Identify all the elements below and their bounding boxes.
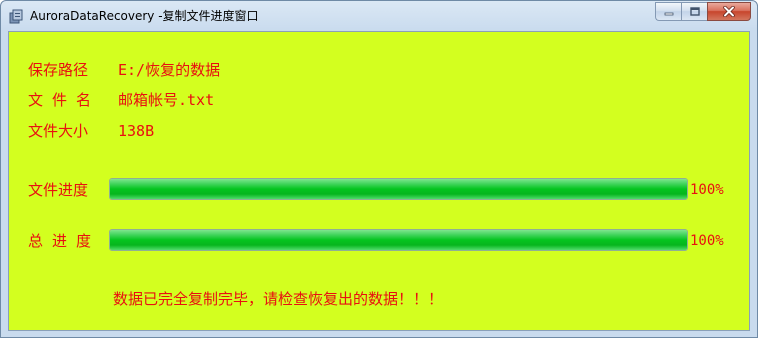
save-path-label: 保存路径 — [28, 61, 89, 79]
client-area: 保存路径 E:/恢复的数据 文 件 名 邮箱帐号.txt 文件大小 138B 文… — [8, 31, 750, 331]
minimize-button[interactable] — [655, 2, 681, 21]
file-size-value: 138B — [118, 122, 155, 140]
caption-buttons — [655, 2, 751, 21]
file-name-value: 邮箱帐号.txt — [118, 91, 215, 109]
maximize-button[interactable] — [681, 2, 707, 21]
file-name-label: 文 件 名 — [28, 91, 92, 109]
close-button[interactable] — [707, 2, 751, 21]
file-progress-bar — [109, 178, 688, 200]
file-progress-label: 文件进度 — [28, 181, 89, 199]
total-progress-bar — [109, 229, 688, 251]
minimize-icon — [664, 12, 673, 15]
save-path-value: E:/恢复的数据 — [118, 61, 221, 79]
completion-message: 数据已完全复制完毕，请检查恢复出的数据！！！ — [113, 290, 444, 308]
close-icon — [723, 6, 735, 17]
total-progress-label: 总 进 度 — [28, 232, 92, 250]
total-progress-percent: 100% — [690, 233, 724, 249]
file-progress-fill — [110, 179, 687, 199]
title-bar[interactable]: AuroraDataRecovery -复制文件进度窗口 — [1, 1, 757, 31]
app-icon — [9, 9, 23, 24]
file-size-label: 文件大小 — [28, 122, 89, 140]
maximize-icon — [689, 7, 700, 16]
total-progress-fill — [110, 230, 687, 250]
copy-progress-window: AuroraDataRecovery -复制文件进度窗口 保存路径 E:/恢复的… — [0, 0, 758, 338]
file-progress-percent: 100% — [690, 182, 724, 198]
window-title: AuroraDataRecovery -复制文件进度窗口 — [30, 9, 259, 23]
